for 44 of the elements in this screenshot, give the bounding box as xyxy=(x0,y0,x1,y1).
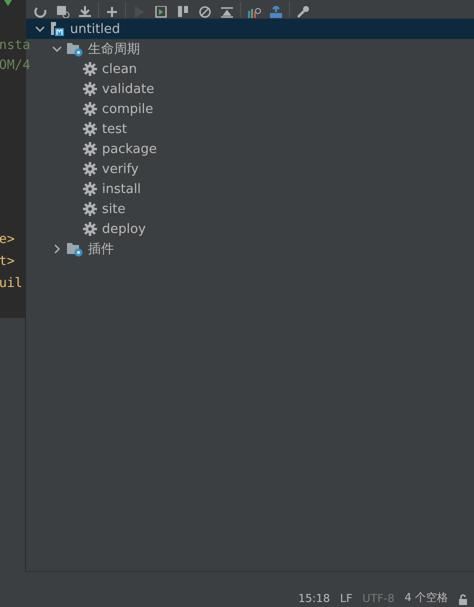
code-text: t> xyxy=(0,254,15,269)
tree-item[interactable]: 插件 xyxy=(26,239,474,259)
tree-label: deploy xyxy=(102,222,146,236)
code-text: uil xyxy=(0,276,22,291)
tree-item[interactable]: test xyxy=(26,119,474,139)
tree-item[interactable]: compile xyxy=(26,99,474,119)
code-text: OM/4 xyxy=(0,58,30,73)
chevron-down-icon[interactable] xyxy=(51,44,63,54)
gear-icon xyxy=(83,222,97,236)
gear-icon xyxy=(83,142,97,156)
tree-item[interactable]: verify xyxy=(26,159,474,179)
gear-icon xyxy=(83,162,97,176)
tree-label: 生命周期 xyxy=(88,41,140,58)
tree-item[interactable]: untitled xyxy=(26,19,474,39)
tree-label: package xyxy=(102,142,157,156)
gear-icon xyxy=(83,122,97,136)
tree-item[interactable]: package xyxy=(26,139,474,159)
gear-icon xyxy=(83,62,97,76)
tree-label: test xyxy=(102,122,127,136)
indent-setting[interactable]: 4 个空格 xyxy=(404,590,448,605)
tree-item[interactable]: validate xyxy=(26,79,474,99)
gear-icon xyxy=(83,102,97,116)
tree-label: 插件 xyxy=(88,241,114,258)
tree-label: verify xyxy=(102,162,139,176)
tree-item[interactable]: deploy xyxy=(26,219,474,239)
tree-label: site xyxy=(102,202,126,216)
cursor-position[interactable]: 15:18 xyxy=(298,592,330,605)
tree-item[interactable]: site xyxy=(26,199,474,219)
tree-label: compile xyxy=(102,102,154,116)
tree-label: untitled xyxy=(70,22,120,36)
tree-label: install xyxy=(102,182,141,196)
gear-icon xyxy=(83,82,97,96)
code-text: e> xyxy=(0,232,15,247)
lock-icon[interactable] xyxy=(458,594,468,605)
gear-icon xyxy=(83,202,97,216)
line-separator[interactable]: LF xyxy=(340,592,352,605)
project-icon xyxy=(49,21,65,37)
chevron-down-icon[interactable] xyxy=(34,24,46,34)
code-text: nsta xyxy=(0,38,30,53)
download-icon[interactable] xyxy=(76,4,94,18)
tree-label: validate xyxy=(102,82,154,96)
tree-item[interactable]: install xyxy=(26,179,474,199)
tree-label: clean xyxy=(102,62,137,76)
gear-icon xyxy=(83,182,97,196)
